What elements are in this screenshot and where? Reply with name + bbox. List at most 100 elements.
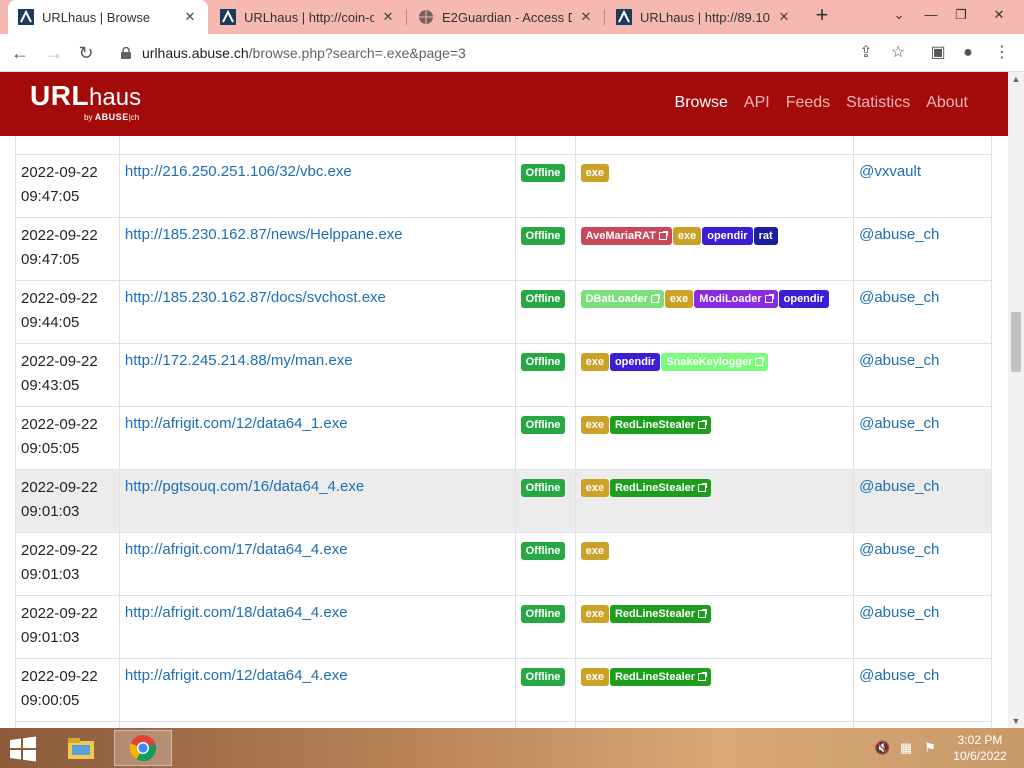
tag-badge[interactable]: exe — [580, 416, 609, 434]
reporter-link[interactable]: @abuse_ch — [859, 667, 939, 684]
tag-badge[interactable]: opendir — [778, 290, 829, 308]
url-cell — [118, 136, 516, 155]
nav-statistics[interactable]: Statistics — [846, 94, 910, 112]
scroll-down-arrow-icon[interactable]: ▼ — [1008, 714, 1024, 728]
url-link[interactable]: http://afrigit.com/12/data64_1.exe — [125, 415, 348, 432]
reporter-link[interactable]: @abuse_ch — [859, 478, 939, 495]
reporter-link[interactable]: @abuse_ch — [859, 415, 939, 432]
reporter-link[interactable]: @abuse_ch — [859, 226, 939, 243]
url-link[interactable]: http://pgtsouq.com/16/data64_4.exe — [125, 478, 364, 495]
tag-badge[interactable]: RedLineStealer — [609, 605, 712, 623]
tag-badge[interactable]: RedLineStealer — [609, 416, 712, 434]
taskbar-chrome[interactable] — [114, 730, 172, 766]
table-row[interactable]: 2022-09-22 09:05:05 http://afrigit.com/12/… — [15, 406, 992, 470]
tag-badge[interactable]: exe — [664, 290, 694, 308]
status-cell: Offline — [514, 406, 576, 470]
reporter-link[interactable]: @abuse_ch — [859, 289, 939, 306]
volume-muted-icon[interactable]: 🔇 — [874, 740, 890, 756]
url-link[interactable]: http://afrigit.com/18/data64_4.exe — [125, 604, 348, 621]
tag-badge[interactable]: exe — [580, 479, 609, 497]
date-cell: 2022-09-22 09:01:03 — [15, 595, 120, 659]
table-row[interactable]: 2022-09-22 09:44:05 http://185.230.162.87/… — [15, 280, 992, 344]
table-row[interactable]: 2022-09-22 09:47:05 http://185.230.162.87/… — [15, 217, 992, 281]
date-text: 2022-09-22 — [21, 605, 98, 622]
tag-badge[interactable]: SnakeKeylogger — [661, 353, 769, 371]
reporter-link[interactable]: @abuse_ch — [859, 604, 939, 621]
side-panel-icon[interactable]: ▣ — [928, 43, 948, 63]
tag-badge[interactable]: ModiLoader — [694, 290, 778, 308]
nav-api[interactable]: API — [744, 94, 770, 112]
tag-label: exe — [585, 419, 604, 431]
scroll-up-arrow-icon[interactable]: ▲ — [1008, 72, 1024, 86]
tab-e2guardian[interactable]: E2Guardian - Access Den ✕ — [408, 0, 604, 34]
nav-browse[interactable]: Browse — [675, 94, 728, 112]
tag-badge[interactable]: AveMariaRAT — [580, 227, 672, 245]
tags-cell: exe RedLineStealer — [574, 658, 855, 722]
reporter-link[interactable]: @abuse_ch — [859, 352, 939, 369]
scroll-thumb[interactable] — [1011, 312, 1021, 372]
taskbar-file-explorer[interactable] — [52, 730, 110, 766]
profile-avatar-icon[interactable]: ● — [958, 43, 978, 63]
url-link[interactable]: http://172.245.214.88/my/man.exe — [125, 352, 353, 369]
close-tab-icon[interactable]: ✕ — [776, 9, 792, 25]
tag-badge[interactable]: exe — [580, 605, 609, 623]
url-link[interactable]: http://afrigit.com/12/data64_4.exe — [125, 667, 348, 684]
table-row[interactable]: 2022-09-22 09:01:03 http://afrigit.com/17/… — [15, 532, 992, 596]
address-bar[interactable]: urlhaus.abuse.ch/browse.php?search=.exe&… — [106, 38, 924, 68]
table-row[interactable]: 2022-09-22 09:00:05 http://afrigit.com/12/… — [15, 658, 992, 722]
tag-badge[interactable]: exe — [580, 668, 609, 686]
status-cell: Offline — [514, 532, 576, 596]
page-scrollbar[interactable]: ▲ ▼ — [1008, 72, 1024, 728]
external-link-icon — [658, 231, 668, 240]
forward-arrow-icon[interactable]: → — [42, 41, 66, 65]
windows-start-icon[interactable] — [8, 736, 38, 762]
back-arrow-icon[interactable]: ← — [8, 41, 32, 65]
action-center-flag-icon[interactable]: ⚑ — [922, 740, 938, 756]
network-icon[interactable]: ▦ — [898, 740, 914, 756]
reporter-link[interactable]: @abuse_ch — [859, 541, 939, 558]
close-tab-icon[interactable]: ✕ — [182, 9, 198, 25]
tags-cell: exe — [574, 532, 855, 596]
close-tab-icon[interactable]: ✕ — [380, 9, 396, 25]
url-link[interactable]: http://afrigit.com/17/data64_4.exe — [125, 541, 348, 558]
tab-urlhaus-browse[interactable]: URLhaus | Browse ✕ — [8, 0, 208, 34]
reporter-link[interactable]: @vxvault — [859, 163, 921, 180]
file-explorer-icon — [68, 738, 94, 759]
status-badge: Offline — [520, 227, 566, 245]
tag-badge[interactable]: exe — [580, 353, 609, 371]
table-row[interactable]: 2022-09-22 09:01:03 http://afrigit.com/18/… — [15, 595, 992, 659]
url-link[interactable]: http://216.250.251.106/32/vbc.exe — [125, 163, 352, 180]
menu-kebab-icon[interactable]: ⋮ — [992, 43, 1012, 63]
close-tab-icon[interactable]: ✕ — [578, 9, 594, 25]
share-icon[interactable]: ⇪ — [856, 43, 876, 63]
tag-badge[interactable]: exe — [580, 542, 609, 560]
table-row[interactable]: 2022-09-22 09:01:03 http://pgtsouq.com/16/… — [15, 469, 992, 533]
tag-badge[interactable]: RedLineStealer — [609, 479, 712, 497]
tab-urlhaus-coin[interactable]: URLhaus | http://coin-co ✕ — [210, 0, 406, 34]
url-link[interactable]: http://185.230.162.87/news/Helppane.exe — [125, 226, 403, 243]
table-row[interactable]: 2022-09-22 09:43:05 http://172.245.214.88/… — [15, 343, 992, 407]
minimize-button[interactable]: — — [916, 2, 946, 28]
globe-icon — [419, 10, 433, 24]
nav-feeds[interactable]: Feeds — [786, 94, 830, 112]
restore-button[interactable]: ❐ — [946, 2, 976, 28]
urlhaus-logo[interactable]: URLhaus — [30, 80, 141, 112]
tab-search-chevron-icon[interactable]: ⌄ — [884, 2, 914, 28]
tag-badge[interactable]: DBatLoader — [580, 290, 664, 308]
new-tab-button[interactable]: + — [810, 4, 834, 28]
nav-about[interactable]: About — [926, 94, 968, 112]
date-cell: 2022-09-22 09:47:05 — [15, 154, 120, 218]
tag-badge[interactable]: opendir — [702, 227, 753, 245]
url-link[interactable]: http://185.230.162.87/docs/svchost.exe — [125, 289, 386, 306]
tag-badge[interactable]: RedLineStealer — [609, 668, 712, 686]
tag-badge[interactable]: exe — [580, 164, 609, 182]
bookmark-star-icon[interactable]: ☆ — [888, 43, 908, 63]
close-window-button[interactable]: ✕ — [984, 2, 1014, 28]
taskbar-clock[interactable]: 3:02 PM 10/6/2022 — [950, 732, 1010, 764]
tag-badge[interactable]: opendir — [609, 353, 661, 371]
tag-badge[interactable]: exe — [672, 227, 702, 245]
reload-icon[interactable]: ↻ — [74, 41, 98, 65]
tag-badge[interactable]: rat — [753, 227, 778, 245]
table-row[interactable]: 2022-09-22 09:47:05 http://216.250.251.106… — [15, 154, 992, 218]
tab-urlhaus-89[interactable]: URLhaus | http://89.107. ✕ — [606, 0, 802, 34]
